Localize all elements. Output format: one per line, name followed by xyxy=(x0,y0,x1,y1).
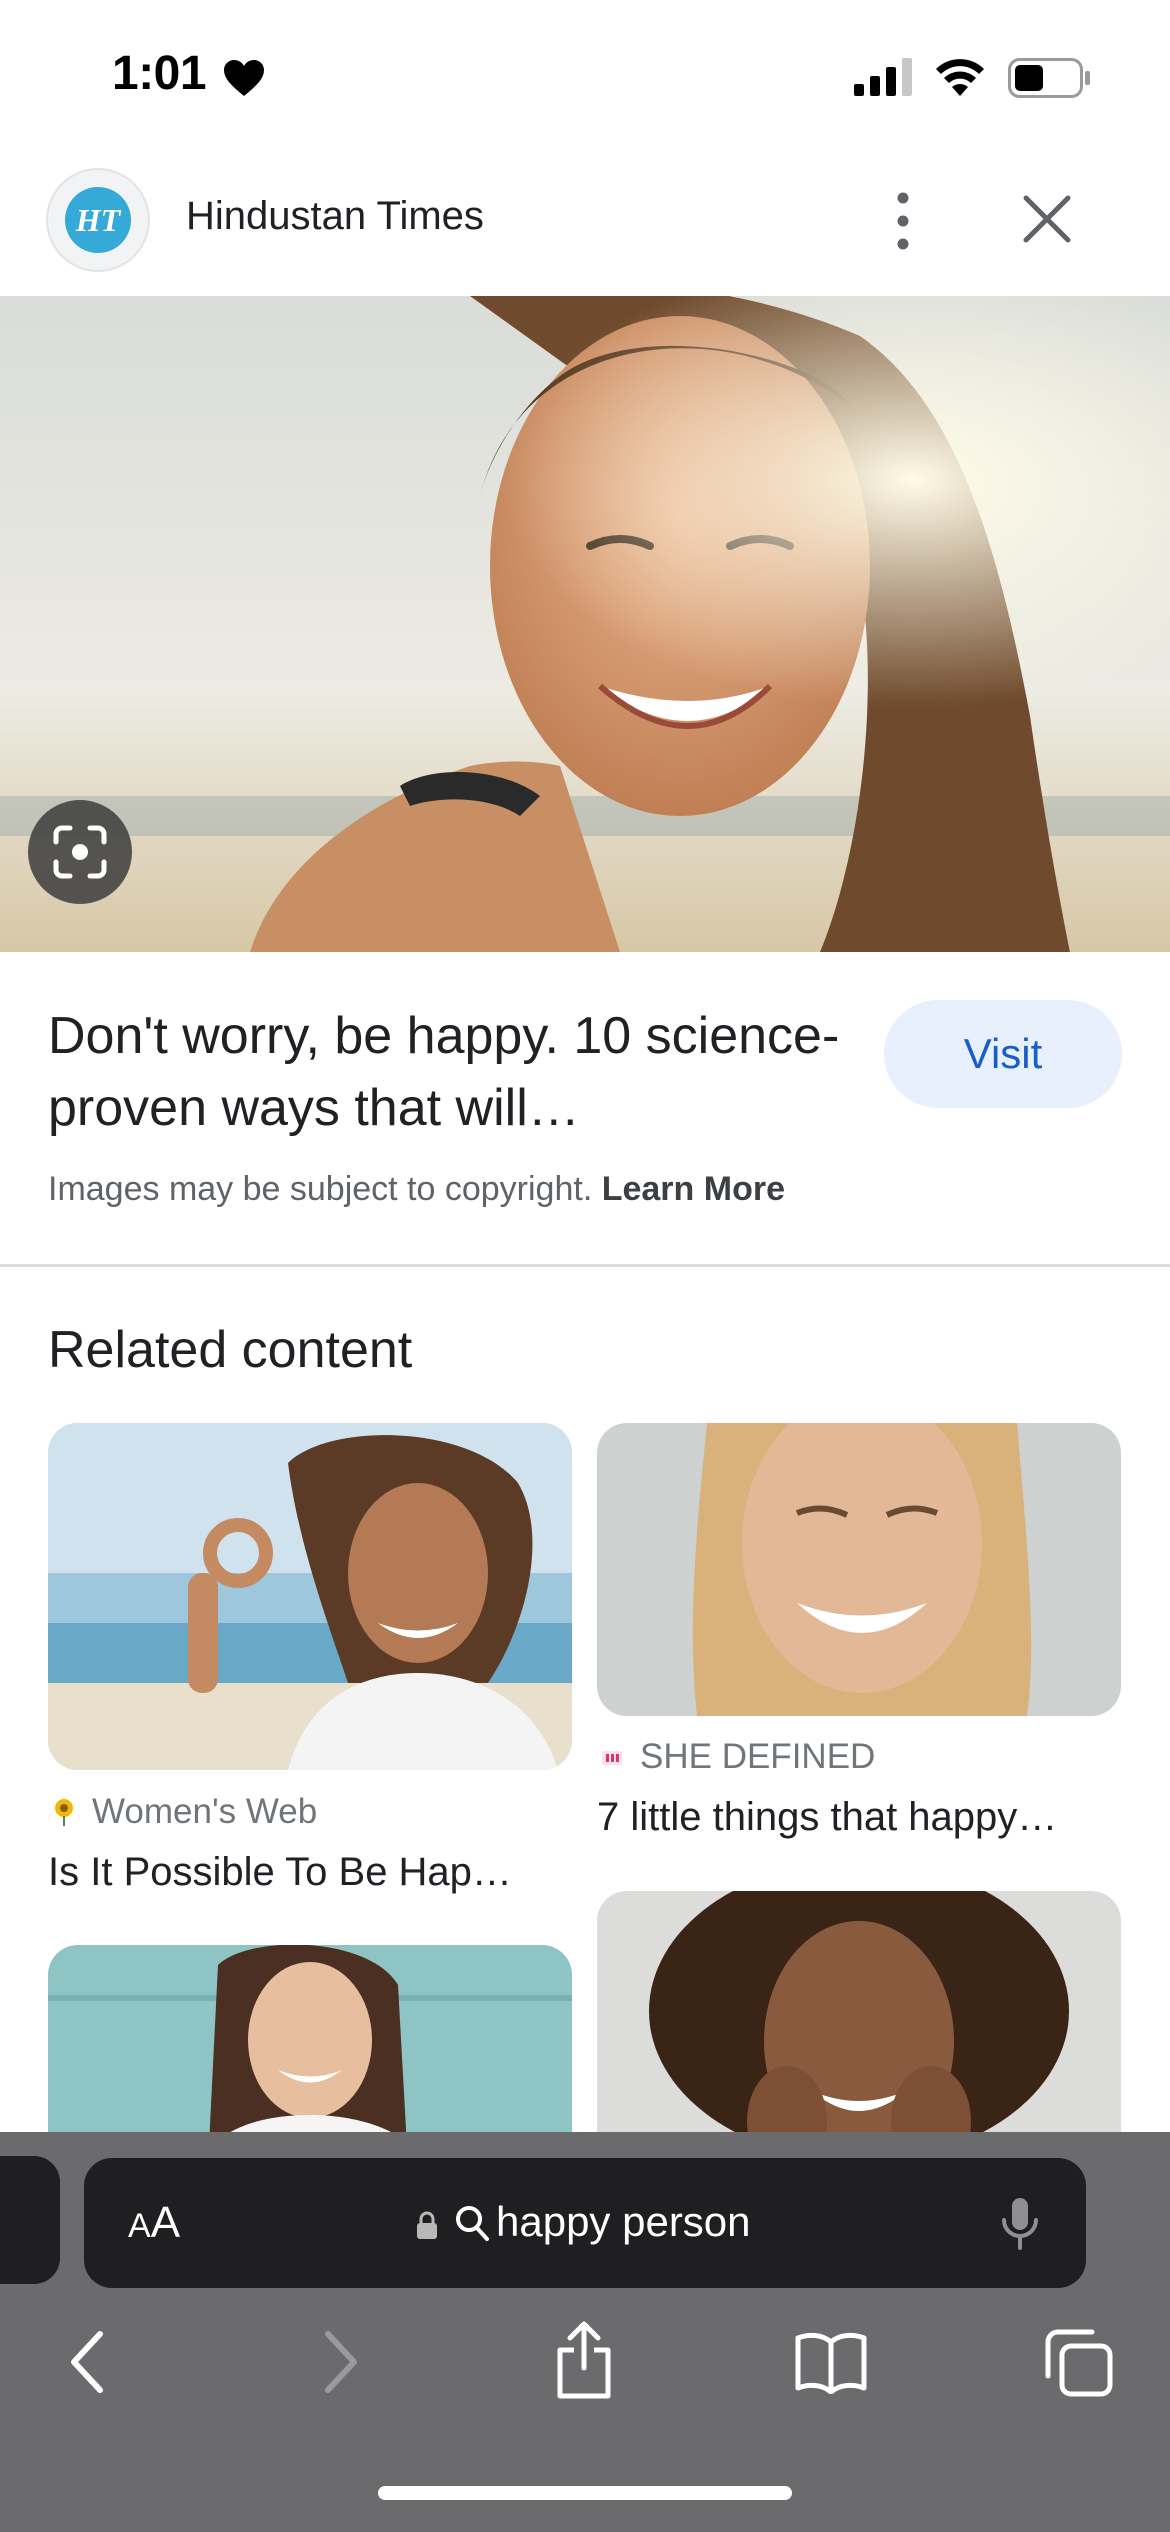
address-bar[interactable]: AA happy person xyxy=(84,2158,1086,2288)
text-size-small-a: A xyxy=(128,2207,151,2245)
signal-icon xyxy=(854,58,912,96)
visit-button[interactable]: Visit xyxy=(884,1000,1122,1108)
copyright-text: Images may be subject to copyright. xyxy=(48,1170,593,1208)
divider xyxy=(0,1264,1170,1267)
related-card-title-1[interactable]: Is It Possible To Be Hap… xyxy=(48,1850,572,1895)
bookmarks-icon[interactable] xyxy=(794,2330,868,2394)
related-card-image-1[interactable] xyxy=(48,1423,572,1770)
hero-photo xyxy=(0,296,1170,952)
tabs-icon[interactable] xyxy=(1044,2328,1114,2398)
forward-icon[interactable] xyxy=(320,2330,362,2394)
heart-icon xyxy=(224,60,264,96)
source-header: HT Hindustan Times xyxy=(0,150,1170,296)
search-icon xyxy=(456,2206,489,2241)
related-card-photo-4 xyxy=(597,1891,1121,2165)
mic-icon[interactable] xyxy=(1000,2196,1040,2252)
address-text[interactable]: happy person xyxy=(496,2198,751,2246)
related-card-title-2[interactable]: 7 little things that happy… xyxy=(597,1795,1121,1840)
related-card-source-2: SHE DEFINED xyxy=(600,1737,875,1777)
related-card-image-2[interactable] xyxy=(597,1423,1121,1716)
close-icon[interactable] xyxy=(1016,188,1078,250)
source-logo[interactable]: HT xyxy=(46,168,150,272)
previous-tab-peek[interactable] xyxy=(0,2156,60,2284)
back-icon[interactable] xyxy=(66,2330,108,2394)
wifi-icon xyxy=(936,59,984,96)
related-card-image-4[interactable] xyxy=(597,1891,1121,2165)
home-indicator xyxy=(378,2486,792,2500)
learn-more-link[interactable]: Learn More xyxy=(602,1170,785,1208)
result-title[interactable]: Don't worry, be happy. 10 science-proven… xyxy=(48,1000,868,1144)
copyright-notice: Images may be subject to copyright. Lear… xyxy=(48,1170,785,1209)
battery-icon xyxy=(1008,58,1090,98)
source-name[interactable]: Hindustan Times xyxy=(186,194,484,239)
sunflower-icon xyxy=(55,1799,73,1826)
related-content-heading: Related content xyxy=(48,1321,413,1379)
lock-icon xyxy=(417,2211,437,2239)
status-bar: 1:01 xyxy=(0,0,1170,150)
source-logo-mark: HT xyxy=(65,187,131,253)
related-card-photo-2 xyxy=(597,1423,1121,1716)
she-defined-logo-icon xyxy=(602,1751,622,1765)
hero-image[interactable] xyxy=(0,296,1170,952)
browser-toolbar: AA happy person xyxy=(0,2132,1170,2532)
related-card-source-name-1: Women's Web xyxy=(92,1792,318,1831)
related-card-photo-1 xyxy=(48,1423,572,1770)
text-size-large-a: A xyxy=(150,2198,181,2247)
lens-button[interactable] xyxy=(28,800,132,904)
status-time: 1:01 xyxy=(112,47,207,100)
related-card-source-1: Women's Web xyxy=(52,1792,317,1832)
related-card-source-name-2: SHE DEFINED xyxy=(640,1737,876,1776)
more-icon[interactable] xyxy=(874,186,932,256)
lens-icon xyxy=(53,825,107,879)
share-icon[interactable] xyxy=(552,2320,616,2400)
text-size-button[interactable]: AA xyxy=(128,2198,180,2248)
